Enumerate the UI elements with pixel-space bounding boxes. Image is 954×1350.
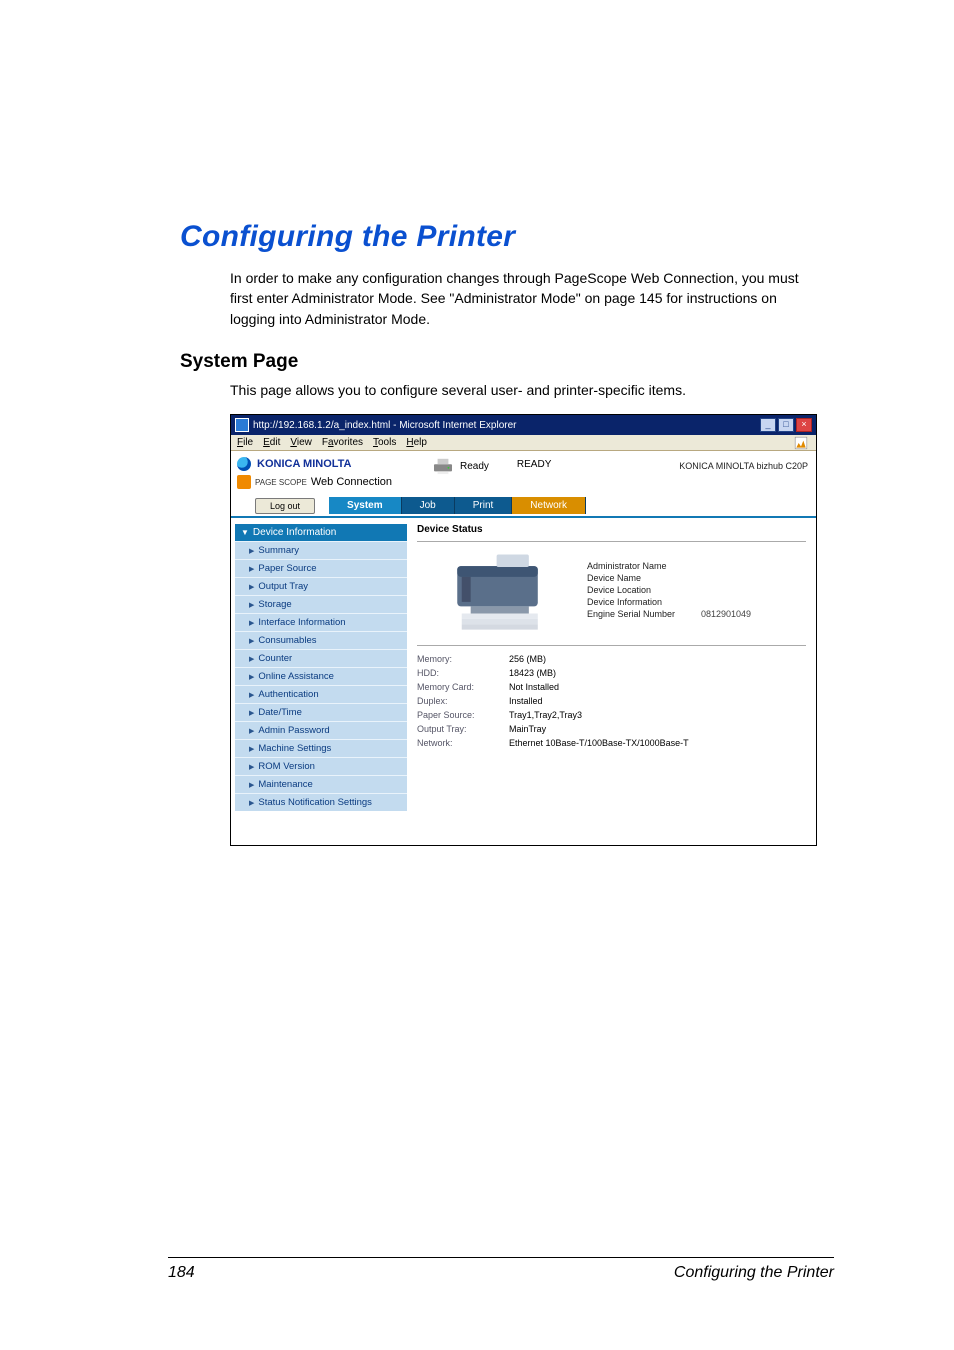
window-close-btn[interactable]: × <box>796 418 812 432</box>
spec-hdd-value: 18423 (MB) <box>509 668 556 678</box>
tab-bar: System Job Print Network <box>329 497 586 514</box>
sidebar-item-summary[interactable]: Summary <box>235 541 407 559</box>
sidebar-item-authentication[interactable]: Authentication <box>235 685 407 703</box>
footer-page-number: 184 <box>168 1264 195 1282</box>
sidebar-item-consumables[interactable]: Consumables <box>235 631 407 649</box>
brand-logo: KONICA MINOLTA <box>237 457 432 471</box>
sidebar-item-admin-password[interactable]: Admin Password <box>235 721 407 739</box>
status-value: READY <box>517 457 551 475</box>
tab-print[interactable]: Print <box>455 497 513 514</box>
footer-title: Configuring the Printer <box>674 1264 834 1282</box>
tab-network[interactable]: Network <box>512 497 586 514</box>
ie-titlebar: http://192.168.1.2/a_index.html - Micros… <box>231 415 816 435</box>
sidebar-item-storage[interactable]: Storage <box>235 595 407 613</box>
menu-help[interactable]: Help <box>406 437 427 448</box>
spec-outputtray-value: MainTray <box>509 724 546 734</box>
pagescope-mark-icon <box>237 475 251 489</box>
menu-tools[interactable]: Tools <box>373 437 396 448</box>
sidebar-item-maintenance[interactable]: Maintenance <box>235 775 407 793</box>
spec-papersource-label: Paper Source: <box>417 710 509 720</box>
menu-favorites[interactable]: Favorites <box>322 437 363 448</box>
spec-duplex-value: Installed <box>509 696 543 706</box>
sidebar-item-paper-source[interactable]: Paper Source <box>235 559 407 577</box>
content-area: Device Status <box>411 518 816 845</box>
ie-icon <box>235 418 249 432</box>
logout-button[interactable]: Log out <box>255 498 315 514</box>
sidebar-item-machine-settings[interactable]: Machine Settings <box>235 739 407 757</box>
pagescope-small-label: PAGE SCOPE <box>255 478 307 487</box>
field-device-info-label: Device Information <box>587 597 687 607</box>
window-minimize-btn[interactable]: _ <box>760 418 776 432</box>
sidebar-item-status-notification[interactable]: Status Notification Settings <box>235 793 407 811</box>
content-title: Device Status <box>417 524 806 541</box>
spec-memcard-label: Memory Card: <box>417 682 509 692</box>
sidebar-item-interface-info[interactable]: Interface Information <box>235 613 407 631</box>
intro-paragraph: In order to make any configuration chang… <box>230 268 824 329</box>
sidebar-group-device-info[interactable]: Device Information <box>235 524 407 541</box>
browser-window: http://192.168.1.2/a_index.html - Micros… <box>230 414 817 846</box>
menu-edit[interactable]: Edit <box>263 437 280 448</box>
menu-file[interactable]: File <box>237 437 253 448</box>
sidebar: Device Information Summary Paper Source … <box>231 518 411 845</box>
field-admin-name-label: Administrator Name <box>587 561 687 571</box>
device-id-table: Administrator Name Device Name Device Lo… <box>587 550 751 635</box>
field-device-location-label: Device Location <box>587 585 687 595</box>
section-paragraph: This page allows you to configure severa… <box>230 381 834 401</box>
field-serial-label: Engine Serial Number <box>587 609 687 619</box>
field-device-name-label: Device Name <box>587 573 687 583</box>
brand-label: KONICA MINOLTA <box>257 458 352 470</box>
window-maximize-btn[interactable]: □ <box>778 418 794 432</box>
tab-job[interactable]: Job <box>402 497 455 514</box>
sidebar-item-rom-version[interactable]: ROM Version <box>235 757 407 775</box>
page-heading: Configuring the Printer <box>180 220 834 254</box>
spec-memcard-value: Not Installed <box>509 682 559 692</box>
sidebar-item-date-time[interactable]: Date/Time <box>235 703 407 721</box>
spec-memory-value: 256 (MB) <box>509 654 546 664</box>
spec-hdd-label: HDD: <box>417 668 509 678</box>
spec-duplex-label: Duplex: <box>417 696 509 706</box>
product-label: Web Connection <box>311 476 392 488</box>
sidebar-item-counter[interactable]: Counter <box>235 649 407 667</box>
spec-memory-label: Memory: <box>417 654 509 664</box>
device-image <box>447 550 557 635</box>
product-logo: PAGE SCOPE Web Connection <box>237 475 432 489</box>
ie-throbber-icon <box>794 436 812 450</box>
spec-network-label: Network: <box>417 738 509 748</box>
field-serial-value: 0812901049 <box>701 609 751 619</box>
window-title: http://192.168.1.2/a_index.html - Micros… <box>253 420 760 431</box>
menu-view[interactable]: View <box>290 437 312 448</box>
brand-mark-icon <box>237 457 251 471</box>
device-spec-table: Memory:256 (MB) HDD:18423 (MB) Memory Ca… <box>417 646 806 750</box>
ie-menubar: File Edit View Favorites Tools Help <box>231 435 816 451</box>
section-heading: System Page <box>180 351 834 373</box>
spec-network-value: Ethernet 10Base-T/100Base-TX/1000Base-T <box>509 738 689 748</box>
device-model-label: KONICA MINOLTA bizhub C20P <box>679 457 808 471</box>
tab-system[interactable]: System <box>329 497 402 514</box>
spec-outputtray-label: Output Tray: <box>417 724 509 734</box>
status-mini-label: Ready <box>460 461 489 472</box>
sidebar-item-online-assistance[interactable]: Online Assistance <box>235 667 407 685</box>
sidebar-item-output-tray[interactable]: Output Tray <box>235 577 407 595</box>
printer-status-icon <box>432 457 454 475</box>
spec-papersource-value: Tray1,Tray2,Tray3 <box>509 710 582 720</box>
